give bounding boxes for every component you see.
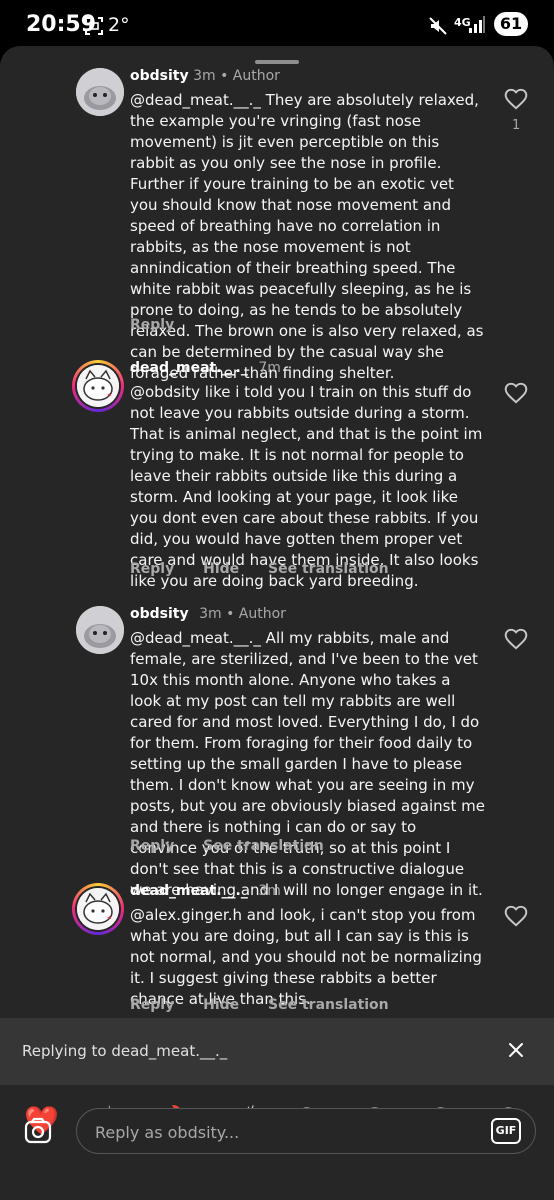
comments-sheet: obdsity 3m • Author @dead_meat.__._ They… <box>0 46 554 1200</box>
reply-button[interactable]: Reply <box>130 997 174 1013</box>
see-translation-button[interactable]: See translation <box>268 997 389 1013</box>
comment-meta: obdsity 3m • Author <box>130 606 286 622</box>
reply-button[interactable]: Reply <box>130 317 174 333</box>
bunny-avatar-icon <box>76 606 124 654</box>
mute-icon <box>429 17 447 35</box>
comment-text: @alex.ginger.h and look, i can't stop yo… <box>130 906 482 1008</box>
avatar[interactable] <box>72 883 124 935</box>
heart-icon[interactable] <box>503 380 529 406</box>
close-icon[interactable] <box>504 1038 528 1062</box>
avatar[interactable] <box>76 68 124 116</box>
screen-capture-icon <box>85 17 103 35</box>
comment-username[interactable]: dead_meat.__._ <box>130 360 248 376</box>
comment-time: 7m <box>258 360 281 376</box>
avatar[interactable] <box>72 360 124 412</box>
camera-icon[interactable] <box>16 1110 60 1154</box>
avatar[interactable] <box>76 606 124 654</box>
comment-username[interactable]: dead_meat.__._ <box>130 883 248 899</box>
battery-indicator: 61 <box>494 12 528 36</box>
drag-handle[interactable] <box>255 60 299 64</box>
compose-bar: GIF <box>0 1108 554 1154</box>
see-translation-button[interactable]: See translation <box>268 561 389 577</box>
signal-icon <box>469 16 485 33</box>
comment-actions: Reply Hide See translation <box>130 561 413 577</box>
comment-actions: Reply See translation <box>130 838 348 854</box>
reply-input[interactable] <box>93 1119 457 1145</box>
hide-button[interactable]: Hide <box>203 561 239 577</box>
author-tag: Author <box>232 68 280 84</box>
comment-text: @dead_meat.__._ All my rabbits, male and… <box>130 629 485 899</box>
comment-meta: dead_meat.__._ 3m <box>130 883 281 899</box>
replying-to-label: Replying to dead_meat.__._ <box>22 1042 228 1060</box>
replying-to-bar: Replying to dead_meat.__._ <box>0 1018 554 1085</box>
status-temperature: 2° <box>108 14 130 36</box>
comment-time: 3m <box>193 68 216 84</box>
see-translation-button[interactable]: See translation <box>203 838 324 854</box>
comment-actions: Reply Hide See translation <box>130 997 413 1013</box>
author-tag: Author <box>238 606 286 622</box>
cat-avatar-icon <box>77 365 119 407</box>
comment-text: @dead_meat.__._ They are absolutely rela… <box>130 91 484 382</box>
reply-button[interactable]: Reply <box>130 838 174 854</box>
reply-input-container: GIF <box>76 1108 536 1154</box>
comment-time: 3m <box>199 606 222 622</box>
reply-button[interactable]: Reply <box>130 561 174 577</box>
bunny-avatar-icon <box>76 68 124 116</box>
heart-icon[interactable] <box>503 86 529 112</box>
comment-time: 3m <box>258 883 281 899</box>
like-count: 1 <box>512 118 521 133</box>
cat-avatar-icon <box>77 888 119 930</box>
comment-meta: obdsity 3m • Author <box>130 68 280 84</box>
comment-username[interactable]: obdsity <box>130 606 189 622</box>
hide-button[interactable]: Hide <box>203 997 239 1013</box>
comment-actions: Reply <box>130 317 198 333</box>
heart-icon[interactable] <box>503 626 529 652</box>
heart-icon[interactable] <box>503 903 529 929</box>
gif-button[interactable]: GIF <box>491 1118 521 1144</box>
comment-username[interactable]: obdsity <box>130 68 189 84</box>
comment-meta: dead_meat.__._ 7m <box>130 360 281 376</box>
